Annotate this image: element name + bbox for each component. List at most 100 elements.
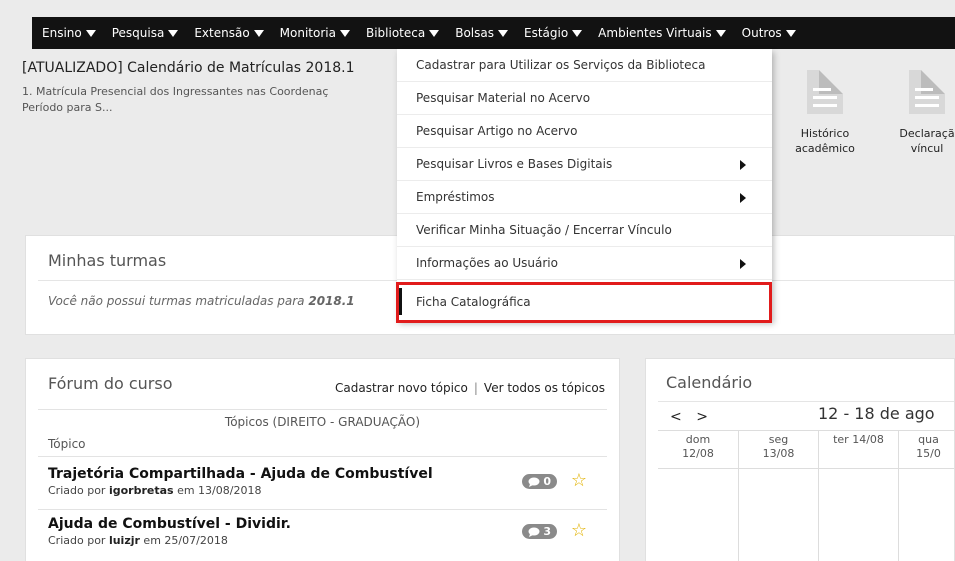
no-turmas-text: Você não possui turmas matriculadas para xyxy=(48,294,309,308)
comment-icon xyxy=(528,527,540,537)
calendar-day[interactable]: dom 12/08 xyxy=(658,431,738,561)
nav-pesquisa-label: Pesquisa xyxy=(111,26,165,40)
document-icon xyxy=(807,70,843,114)
menu-item-verificar-situacao[interactable]: Verificar Minha Situação / Encerrar Vínc… xyxy=(397,214,772,247)
forum-panel: Fórum do curso Cadastrar novo tópico | Ver… xyxy=(25,358,620,561)
day-date: 15/0 xyxy=(916,447,941,460)
caret-down-icon xyxy=(168,29,179,37)
announcement: [ATUALIZADO] Calendário de Matrículas 20… xyxy=(22,60,402,116)
declaracao-vinculo-link[interactable]: Declaraçã víncul xyxy=(887,70,955,156)
nav-ambientes-virtuais-label: Ambientes Virtuais xyxy=(598,26,712,40)
chevron-right-icon xyxy=(740,160,746,170)
topic-author[interactable]: luizjr xyxy=(109,534,140,547)
menu-item-label: Empréstimos xyxy=(416,190,495,204)
calendar-day[interactable]: qua 15/0 xyxy=(898,431,955,561)
historico-academico-label: Histórico acadêmico xyxy=(785,126,865,156)
declaracao-vinculo-label: Declaraçã víncul xyxy=(887,126,955,156)
prev-week-button[interactable]: < xyxy=(670,409,682,425)
menu-item-ficha-catalografica[interactable]: Ficha Catalográfica xyxy=(397,285,772,318)
caret-down-icon xyxy=(429,29,440,37)
historico-label-line2: acadêmico xyxy=(795,142,855,155)
calendar-day[interactable]: seg 13/08 xyxy=(738,431,818,561)
menu-item-informacoes-usuario[interactable]: Informações ao Usuário xyxy=(397,247,772,280)
historico-academico-link[interactable]: Histórico acadêmico xyxy=(785,70,865,156)
menu-item-cadastrar-biblioteca[interactable]: Cadastrar para Utilizar os Serviços da B… xyxy=(397,49,772,82)
nav-monitoria-label: Monitoria xyxy=(279,26,336,40)
link-separator: | xyxy=(473,381,478,395)
calendar-day[interactable]: ter 14/08 xyxy=(818,431,898,561)
menu-item-label: Pesquisar Livros e Bases Digitais xyxy=(416,157,613,171)
star-icon[interactable]: ☆ xyxy=(571,520,587,541)
caret-down-icon xyxy=(497,29,508,37)
divider xyxy=(38,456,607,457)
nav-estagio-label: Estágio xyxy=(523,26,569,40)
day-date: 12/08 xyxy=(682,447,714,460)
menu-item-pesquisar-material[interactable]: Pesquisar Material no Acervo xyxy=(397,82,772,115)
announcement-line-2: Período para S... xyxy=(22,101,113,114)
menu-item-label: Pesquisar Artigo no Acervo xyxy=(416,124,578,138)
topic-row[interactable]: Trajetória Compartilhada - Ajuda de Comb… xyxy=(48,466,607,508)
menu-item-label: Verificar Minha Situação / Encerrar Vínc… xyxy=(416,223,672,237)
new-topic-link[interactable]: Cadastrar novo tópico xyxy=(335,381,468,395)
nav-ensino[interactable]: Ensino xyxy=(36,17,102,49)
nav-estagio[interactable]: Estágio xyxy=(518,17,588,49)
day-name: ter 14/08 xyxy=(833,433,884,446)
topic-meta-prefix: Criado por xyxy=(48,484,109,497)
topic-meta-date: em 25/07/2018 xyxy=(139,534,228,547)
forum-subtitle: Tópicos (DIREITO - GRADUAÇÃO) xyxy=(224,415,421,429)
announcement-title[interactable]: [ATUALIZADO] Calendário de Matrículas 20… xyxy=(22,60,402,76)
calendar-panel: Calendário < > 12 - 18 de ago dom 12/08 … xyxy=(645,358,955,561)
divider xyxy=(38,509,607,510)
nav-ambientes-virtuais[interactable]: Ambientes Virtuais xyxy=(592,17,731,49)
divider xyxy=(38,409,607,410)
menu-item-label: Pesquisar Material no Acervo xyxy=(416,91,591,105)
menu-item-emprestimos[interactable]: Empréstimos xyxy=(397,181,772,214)
calendar-title: Calendário xyxy=(666,373,753,392)
day-name: dom xyxy=(685,433,711,446)
biblioteca-dropdown-menu: Cadastrar para Utilizar os Serviços da B… xyxy=(397,49,772,321)
menu-item-label: Ficha Catalográfica xyxy=(416,294,531,309)
declaracao-label-line1: Declaraçã xyxy=(899,127,955,140)
document-shortcuts: Histórico acadêmico Declaraçã víncul xyxy=(790,70,955,170)
topic-column-header: Tópico xyxy=(48,437,86,451)
topic-author[interactable]: igorbretas xyxy=(109,484,174,497)
caret-down-icon xyxy=(85,29,96,37)
nav-outros-label: Outros xyxy=(741,26,782,40)
topic-meta-date: em 13/08/2018 xyxy=(173,484,262,497)
declaracao-label-line2: víncul xyxy=(910,142,944,155)
menu-item-label: Informações ao Usuário xyxy=(416,256,558,270)
nav-extensao[interactable]: Extensão xyxy=(188,17,269,49)
all-topics-link[interactable]: Ver todos os tópicos xyxy=(484,381,605,395)
nav-outros[interactable]: Outros xyxy=(736,17,802,49)
reply-count: 3 xyxy=(543,525,551,538)
chevron-right-icon xyxy=(740,259,746,269)
comment-icon xyxy=(528,477,540,487)
caret-down-icon xyxy=(253,29,264,37)
forum-title: Fórum do curso xyxy=(48,374,173,393)
day-date: 13/08 xyxy=(762,447,795,460)
star-icon[interactable]: ☆ xyxy=(571,470,587,491)
menu-item-pesquisar-artigo[interactable]: Pesquisar Artigo no Acervo xyxy=(397,115,772,148)
historico-label-line1: Histórico xyxy=(800,127,850,140)
caret-down-icon xyxy=(715,29,726,37)
caret-down-icon xyxy=(785,29,796,37)
calendar-grid: dom 12/08 seg 13/08 ter 14/08 qua 15/0 xyxy=(658,430,954,561)
nav-bolsas-label: Bolsas xyxy=(455,26,494,40)
menu-item-pesquisar-livros[interactable]: Pesquisar Livros e Bases Digitais xyxy=(397,148,772,181)
caret-down-icon xyxy=(572,29,583,37)
no-turmas-period: 2018.1 xyxy=(308,294,355,308)
topic-row[interactable]: Ajuda de Combustível - Dividir. Criado p… xyxy=(48,516,607,558)
nav-bolsas[interactable]: Bolsas xyxy=(449,17,514,49)
document-icon xyxy=(909,70,945,114)
nav-biblioteca[interactable]: Biblioteca xyxy=(359,17,446,49)
divider xyxy=(658,468,954,469)
calendar-range: 12 - 18 de ago xyxy=(818,404,935,423)
nav-biblioteca-label: Biblioteca xyxy=(365,26,426,40)
next-week-button[interactable]: > xyxy=(696,409,708,425)
calendar-nav: < > xyxy=(670,409,708,425)
nav-pesquisa[interactable]: Pesquisa xyxy=(106,17,185,49)
nav-monitoria[interactable]: Monitoria xyxy=(274,17,356,49)
chevron-right-icon xyxy=(740,193,746,203)
reply-count-badge: 3 xyxy=(522,524,557,539)
day-name: qua xyxy=(918,433,939,446)
